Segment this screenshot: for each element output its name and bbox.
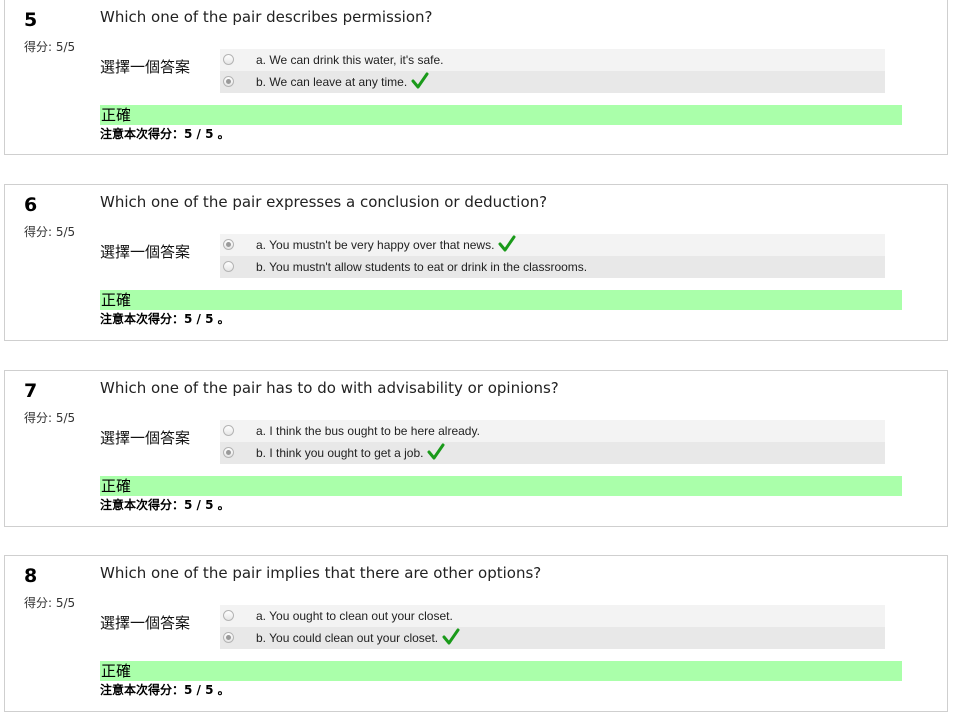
answer-option-b[interactable]: b. You could clean out your closet. [220,627,885,649]
question-card: 6 得分: 5/5 Which one of the pair expresse… [4,184,948,341]
answer-option-a[interactable]: a. We can drink this water, it's safe. [220,49,885,71]
checkmark-icon [498,235,516,252]
radio-button-selected[interactable] [223,239,234,250]
answer-prompt: 選擇一個答案 [100,614,191,632]
checkmark-icon [411,72,429,89]
answer-option-a[interactable]: a. You mustn't be very happy over that n… [220,234,885,256]
radio-button-selected[interactable] [223,76,234,87]
feedback-bar: 正確 [100,105,902,125]
radio-button[interactable] [223,261,234,272]
answer-option-label: b. We can leave at any time. [256,75,408,89]
score-note: 注意本次得分：5 / 5 。 [100,312,230,326]
score-note: 注意本次得分：5 / 5 。 [100,127,230,141]
question-text: Which one of the pair has to do with adv… [100,379,559,397]
answer-option-label: b. I think you ought to get a job. [256,446,424,460]
question-card: 8 得分: 5/5 Which one of the pair implies … [4,555,948,712]
score-note: 注意本次得分：5 / 5 。 [100,498,230,512]
answer-options: a. You ought to clean out your closet. b… [220,605,885,649]
question-card: 7 得分: 5/5 Which one of the pair has to d… [4,370,948,527]
answer-option-label: b. You mustn't allow students to eat or … [256,260,588,274]
question-grade: 得分: 5/5 [24,411,76,425]
checkmark-icon [427,443,445,460]
radio-button-selected[interactable] [223,632,234,643]
answer-option-label: b. You could clean out your closet. [256,631,439,645]
feedback-bar: 正確 [100,290,902,310]
question-grade: 得分: 5/5 [24,225,76,239]
question-text: Which one of the pair describes permissi… [100,8,433,26]
answer-option-a[interactable]: a. I think the bus ought to be here alre… [220,420,885,442]
radio-button-selected[interactable] [223,447,234,458]
feedback-bar: 正確 [100,661,902,681]
question-card: 5 得分: 5/5 Which one of the pair describe… [4,0,948,155]
answer-options: a. I think the bus ought to be here alre… [220,420,885,464]
answer-prompt: 選擇一個答案 [100,58,191,76]
radio-button[interactable] [223,425,234,436]
answer-options: a. We can drink this water, it's safe. b… [220,49,885,93]
answer-option-label: a. You ought to clean out your closet. [256,609,453,623]
answer-prompt: 選擇一個答案 [100,243,191,261]
answer-option-label: a. We can drink this water, it's safe. [256,53,444,67]
score-note: 注意本次得分：5 / 5 。 [100,683,230,697]
feedback-bar: 正確 [100,476,902,496]
question-grade: 得分: 5/5 [24,596,76,610]
answer-option-label: a. I think the bus ought to be here alre… [256,424,480,438]
question-text: Which one of the pair expresses a conclu… [100,193,548,211]
answer-option-b[interactable]: b. You mustn't allow students to eat or … [220,256,885,278]
answer-option-a[interactable]: a. You ought to clean out your closet. [220,605,885,627]
question-number: 5 [24,9,38,31]
radio-button[interactable] [223,54,234,65]
question-number: 8 [24,565,38,587]
answer-option-b[interactable]: b. I think you ought to get a job. [220,442,885,464]
question-number: 6 [24,194,38,216]
question-text: Which one of the pair implies that there… [100,564,542,582]
answer-option-b[interactable]: b. We can leave at any time. [220,71,885,93]
answer-option-label: a. You mustn't be very happy over that n… [256,238,495,252]
question-number: 7 [24,380,38,402]
answer-options: a. You mustn't be very happy over that n… [220,234,885,278]
answer-prompt: 選擇一個答案 [100,429,191,447]
checkmark-icon [442,628,460,645]
radio-button[interactable] [223,610,234,621]
question-grade: 得分: 5/5 [24,40,76,54]
